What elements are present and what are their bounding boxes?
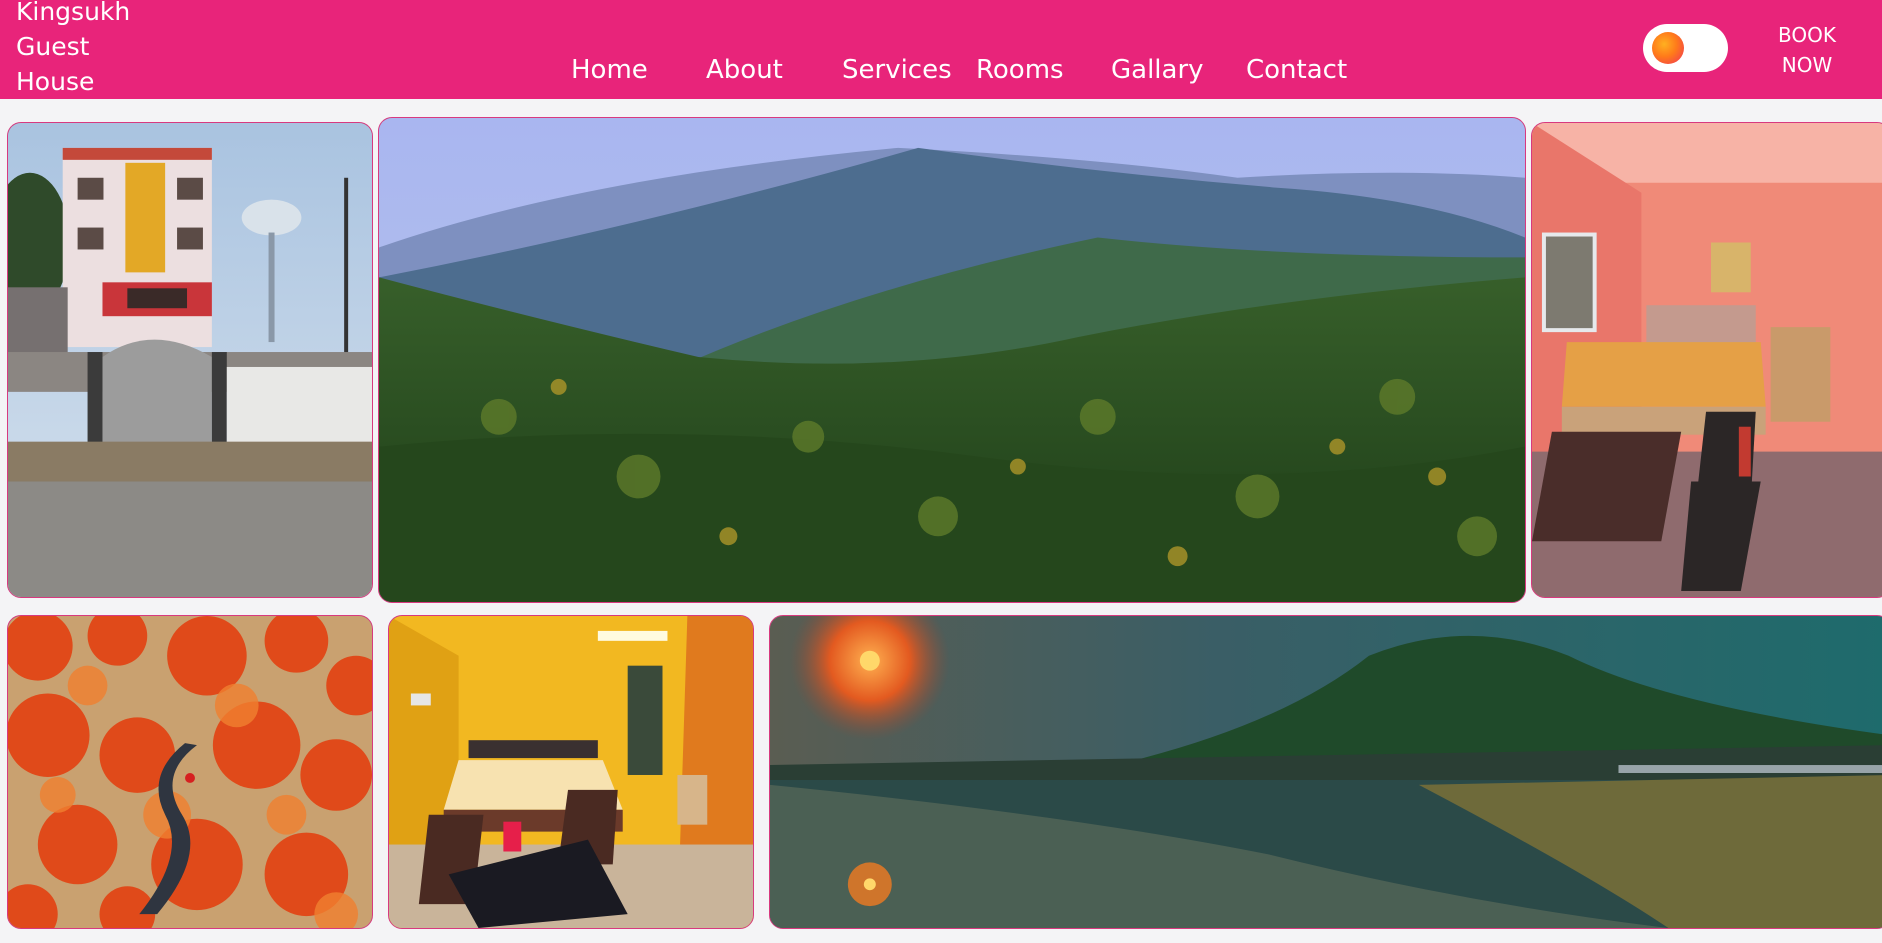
sunset-lake-image: [770, 616, 1882, 928]
brand-logo[interactable]: Kingsukh Guest House: [16, 0, 176, 99]
sun-icon: [1652, 32, 1684, 64]
gallery-image-guest-house[interactable]: [7, 122, 373, 598]
nav-contact[interactable]: Contact: [1246, 55, 1347, 85]
book-now-button[interactable]: BOOK NOW: [1760, 20, 1854, 80]
nav-gallery[interactable]: Gallary: [1111, 55, 1204, 85]
brand-line-2: Guest: [16, 32, 90, 61]
gallery-image-red-trees[interactable]: [7, 615, 373, 929]
theme-toggle[interactable]: [1643, 24, 1728, 72]
gallery-image-pink-bedroom[interactable]: [1531, 122, 1882, 598]
gallery-image-forest-hills[interactable]: [378, 117, 1526, 603]
nav-about[interactable]: About: [706, 55, 783, 85]
site-header: Kingsukh Guest House Home About Services…: [0, 0, 1882, 99]
yellow-bedroom-image: [389, 616, 753, 928]
nav-rooms[interactable]: Rooms: [976, 55, 1064, 85]
book-now-line-2: NOW: [1781, 53, 1833, 77]
red-trees-image: [8, 616, 372, 928]
gallery-image-yellow-bedroom[interactable]: [388, 615, 754, 929]
brand-line-3: House: [16, 67, 95, 96]
book-now-line-1: BOOK: [1778, 23, 1836, 47]
pink-bedroom-image: [1532, 123, 1882, 597]
brand-line-1: Kingsukh: [16, 0, 131, 26]
gallery-image-sunset-lake[interactable]: [769, 615, 1882, 929]
guest-house-image: [8, 123, 372, 597]
nav-home[interactable]: Home: [571, 55, 648, 85]
forest-hills-image: [379, 118, 1525, 602]
nav-services[interactable]: Services: [842, 55, 952, 85]
